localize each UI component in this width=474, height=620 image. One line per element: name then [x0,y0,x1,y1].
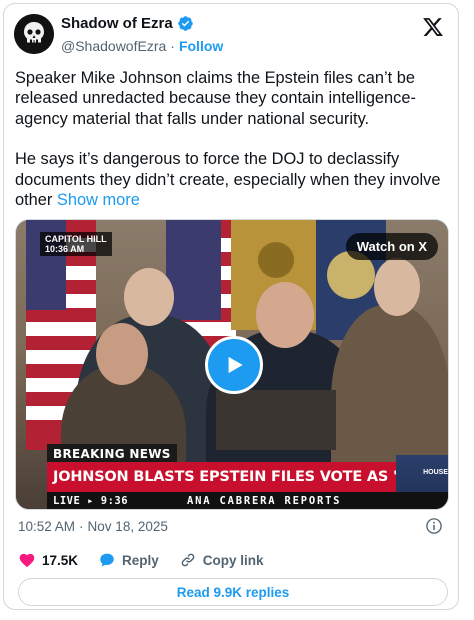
skull-logo-icon [14,14,54,54]
play-icon [228,356,243,374]
author-name-row: Shadow of Ezra [61,15,194,32]
reply-button[interactable]: Reply [98,551,159,569]
watch-on-x-button[interactable]: Watch on X [345,233,438,260]
play-button[interactable] [205,336,263,394]
person-head [256,282,314,348]
copy-link-label: Copy link [202,552,264,568]
location-time-label: CAPITOL HILL 10:36 AM [40,232,112,256]
news-ticker: LIVE ▸ 9:36 ANA CABRERA REPORTS [47,492,448,509]
tweet-text: Speaker Mike Johnson claims the Epstein … [15,68,451,210]
link-icon [181,553,195,567]
copy-link-button[interactable]: Copy link [179,551,264,569]
podium [216,390,336,450]
tweet-embed-card: Shadow of Ezra @ShadowofEzra · Follow Sp… [3,3,459,610]
handle-separator: · [170,38,175,54]
live-label: LIVE ▸ 9:36 [53,495,129,507]
reply-bubble-icon [100,553,114,567]
reporter-label: ANA CABRERA REPORTS [187,495,342,507]
show-more-link[interactable]: Show more [57,191,140,209]
author-handle[interactable]: @ShadowofEzra [61,38,166,54]
heart-icon [19,553,35,568]
avatar[interactable] [14,14,54,54]
like-button[interactable]: 17.5K [18,551,78,569]
display-name[interactable]: Shadow of Ezra [61,15,173,32]
tweet-paragraph: He says it’s dangerous to force the DOJ … [15,149,451,210]
verified-badge-icon [177,16,193,31]
person-head [124,268,174,326]
location-label: CAPITOL HILL [45,234,107,244]
tweet-paragraph: Speaker Mike Johnson claims the Epstein … [15,69,416,128]
breaking-news-label: BREAKING NEWS [47,444,177,464]
video-player[interactable]: CAPITOL HILL 10:36 AM Watch on X BREAKIN… [15,219,449,510]
person-head [374,258,420,316]
post-date: Nov 18, 2025 [87,519,168,534]
action-bar: 17.5K Reply Copy link [18,551,284,569]
like-count: 17.5K [42,552,79,568]
broadcast-time-label: 10:36 AM [45,244,85,254]
news-headline: JOHNSON BLASTS EPSTEIN FILES VOTE AS "SH… [47,462,396,492]
timestamp[interactable]: 10:52 AM · Nov 18, 2025 [18,519,168,534]
x-logo-icon[interactable] [422,16,444,38]
read-replies-button[interactable]: Read 9.9K replies [18,578,448,606]
info-icon[interactable] [425,517,443,535]
post-time: 10:52 AM [18,519,76,534]
person-head [96,323,148,385]
reply-label: Reply [122,552,159,568]
handle-row: @ShadowofEzra · Follow [61,38,223,54]
timestamp-separator: · [79,519,84,534]
side-panel-label: HOUSE [423,469,448,476]
follow-button[interactable]: Follow [179,38,223,54]
